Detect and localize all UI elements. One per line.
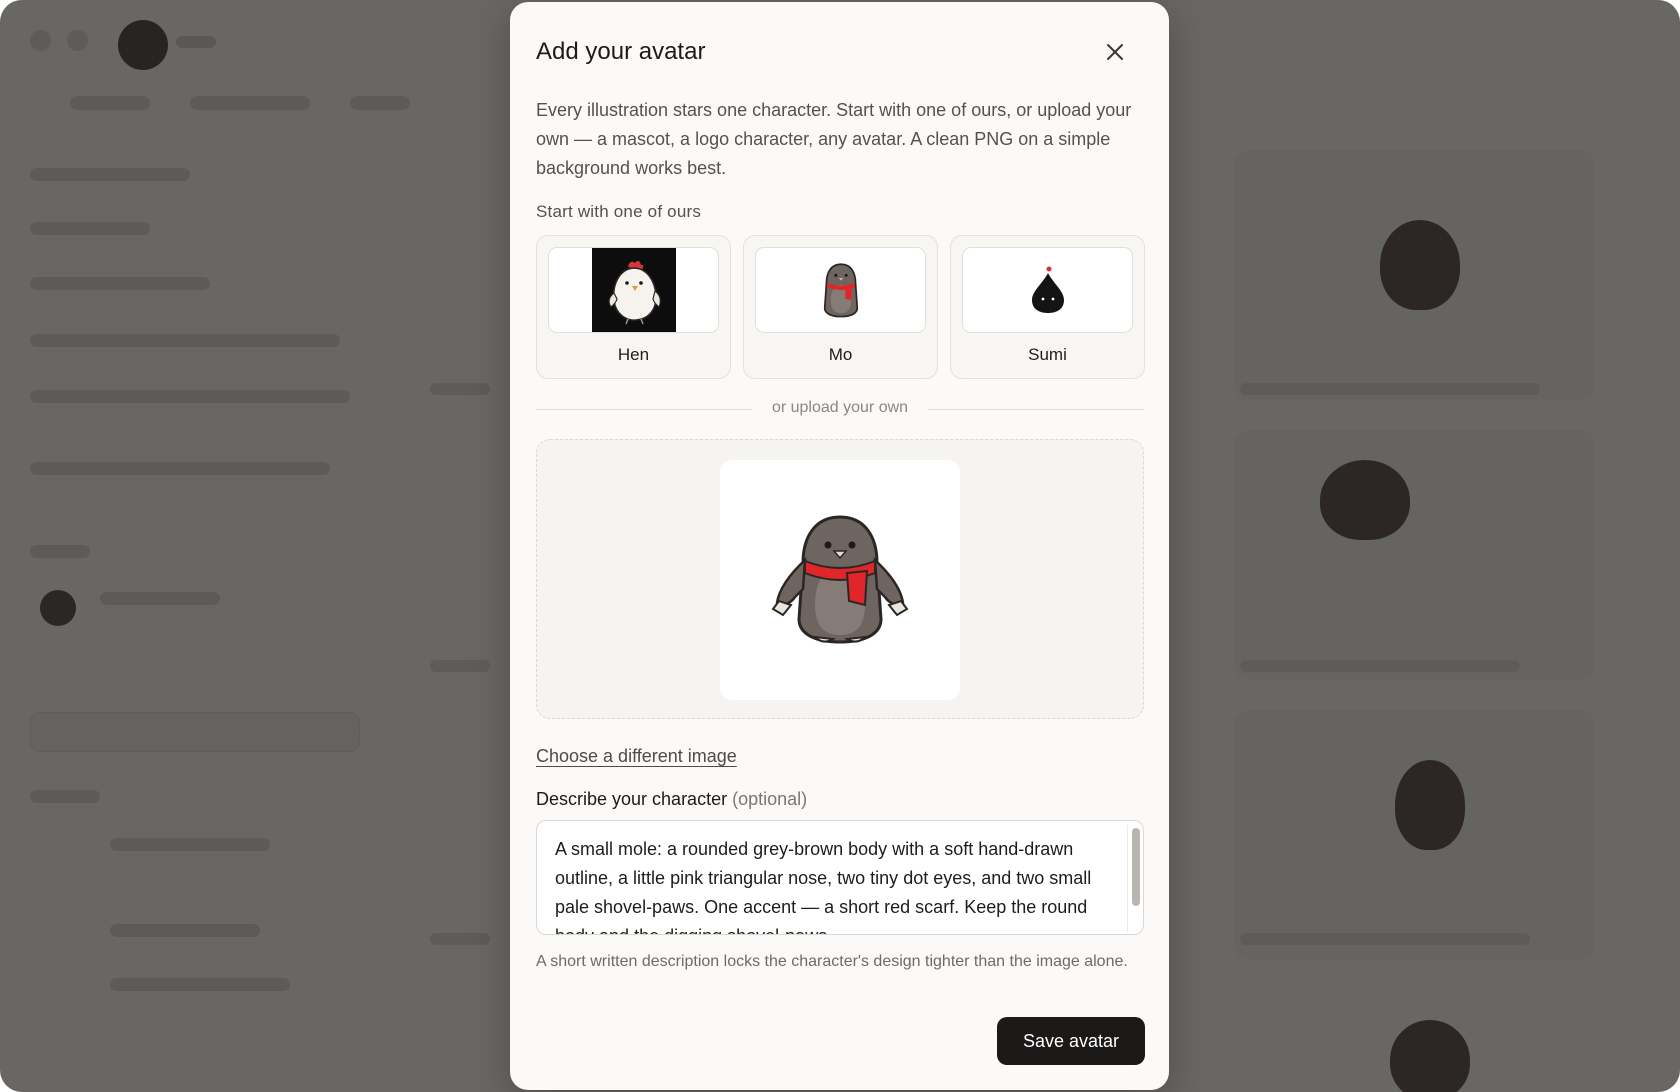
preset-sumi[interactable]: Sumi: [950, 235, 1145, 379]
close-button[interactable]: [1100, 37, 1130, 67]
ink-drop-icon: [1031, 266, 1064, 313]
character-description-text: A small mole: a rounded grey-brown body …: [555, 839, 1092, 934]
preset-list: Hen Mo Sumi: [536, 235, 1145, 379]
dialog-title: Add your avatar: [536, 38, 706, 65]
preset-hen[interactable]: Hen: [536, 235, 731, 379]
upload-dropzone[interactable]: [536, 439, 1144, 719]
save-avatar-button[interactable]: Save avatar: [997, 1017, 1145, 1065]
preset-name: Mo: [828, 345, 853, 364]
avatar-preview: [720, 460, 960, 700]
close-icon: [1107, 44, 1123, 60]
mole-icon: [823, 263, 858, 318]
optional-tag: (optional): [732, 789, 808, 809]
preset-mo[interactable]: Mo: [743, 235, 938, 379]
preset-thumbnail: [755, 247, 926, 333]
divider-text: or upload your own: [771, 399, 909, 416]
dialog-description: Every illustration stars one character. …: [536, 100, 1132, 178]
upload-divider: or upload your own: [536, 399, 1144, 419]
description-hint: A short written description locks the ch…: [536, 953, 1128, 970]
textarea-scrollbar[interactable]: [1127, 825, 1141, 932]
textarea-scrollbar-thumb[interactable]: [1132, 828, 1140, 906]
preset-thumbnail: [548, 247, 719, 333]
mole-icon: [771, 515, 909, 644]
preset-name: Hen: [617, 345, 650, 364]
add-avatar-dialog: Add your avatar Every illustration stars…: [510, 2, 1169, 1090]
hen-icon: [607, 260, 661, 325]
presets-label: Start with one of ours: [536, 202, 702, 221]
preset-name: Sumi: [1028, 345, 1067, 364]
preset-thumbnail: [962, 247, 1133, 333]
choose-different-image-link[interactable]: Choose a different image: [536, 746, 737, 767]
character-description-textarea[interactable]: A small mole: a rounded grey-brown body …: [536, 820, 1144, 935]
describe-label: Describe your character (optional): [536, 789, 807, 810]
describe-label-text: Describe your character: [536, 789, 728, 809]
